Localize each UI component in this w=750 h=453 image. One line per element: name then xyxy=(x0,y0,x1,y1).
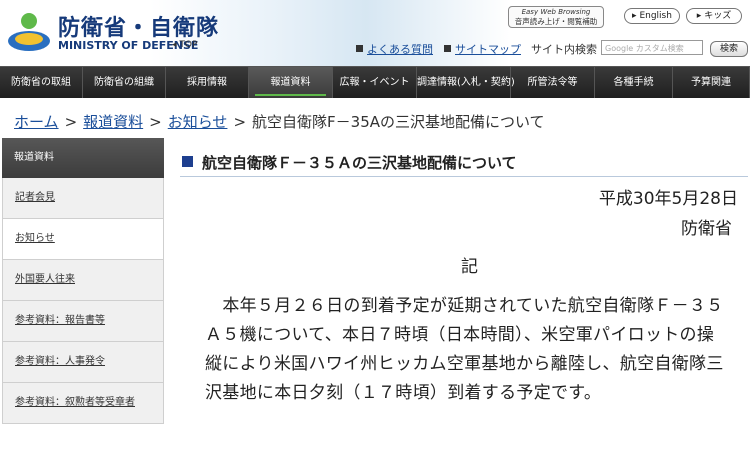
breadcrumb-current: 航空自衛隊F－35Aの三沢基地配備について xyxy=(252,113,545,131)
kids-button[interactable]: ▸ キッズ xyxy=(686,8,742,24)
sidebar-item[interactable]: 参考資料：人事発令 xyxy=(2,342,164,383)
breadcrumb-notice[interactable]: お知らせ xyxy=(168,113,228,131)
article-title-bar: 航空自衛隊Ｆ－３５Ａの三沢基地配備について xyxy=(180,150,748,177)
breadcrumb-separator: > xyxy=(64,113,78,131)
bullet-icon xyxy=(356,45,363,52)
top-link[interactable]: ◂ TOP xyxy=(172,40,197,50)
sidebar-item[interactable]: 参考資料：報告書等 xyxy=(2,301,164,342)
search-input[interactable]: Google カスタム検索 xyxy=(601,40,703,55)
breadcrumb-separator: > xyxy=(149,113,162,131)
sitemap-link[interactable]: サイトマップ xyxy=(444,41,521,57)
breadcrumb-home[interactable]: ホーム xyxy=(14,113,59,131)
search-label: サイト内検索 xyxy=(531,43,597,56)
sidebar-item-label: 外国要人往来 xyxy=(15,274,75,285)
sidebar-item[interactable]: 外国要人往来 xyxy=(2,260,164,301)
sidebar-item-label: 参考資料：叙勲者等受章者 xyxy=(15,397,135,408)
article-body-text: 本年５月２６日の到着予定が延期されていた航空自衛隊Ｆ－３５Ａ５機について、本日７… xyxy=(205,296,724,403)
nav-item-8[interactable]: 各種手続 xyxy=(595,67,673,98)
article-ki-mark: 記 xyxy=(461,257,478,277)
article-date: 平成30年5月28日 xyxy=(598,189,738,209)
breadcrumb: ホーム > 報道資料 > お知らせ > 航空自衛隊F－35Aの三沢基地配備について xyxy=(14,111,545,132)
easy-web-sublabel: 音声読み上げ・閲覧補助 xyxy=(514,17,598,26)
easy-web-label: Easy Web Browsing xyxy=(521,8,591,16)
title-square-icon xyxy=(182,156,193,167)
sidebar-item[interactable]: 記者会見 xyxy=(2,178,164,219)
logo-japanese-text[interactable]: 防衛省・自衛隊 xyxy=(58,10,219,42)
sidebar: 報道資料 記者会見お知らせ外国要人往来参考資料：報告書等 参考資料：人事発令参考資… xyxy=(2,138,164,424)
sidebar-heading[interactable]: 報道資料 xyxy=(2,138,164,178)
top-link-label: TOP xyxy=(179,40,198,50)
site-header: 防衛省・自衛隊 MINISTRY OF DEFENSE ◂ TOP Easy W… xyxy=(0,0,750,66)
nav-item-5[interactable]: 広報・イベント xyxy=(333,67,417,98)
article-body: 本年５月２６日の到着予定が延期されていた航空自衛隊Ｆ－３５Ａ５機について、本日７… xyxy=(205,292,730,408)
sidebar-item-label: 記者会見 xyxy=(15,192,55,203)
sidebar-item[interactable]: 参考資料：叙勲者等受章者 xyxy=(2,383,164,424)
easy-web-browsing-button[interactable]: Easy Web Browsing 音声読み上げ・閲覧補助 xyxy=(508,6,604,28)
english-button[interactable]: ▸ English xyxy=(624,8,680,24)
nav-item-4[interactable]: 報道資料 xyxy=(249,67,333,98)
global-nav: 防衛省の取組 防衛省の組織 採用情報 報道資料 広報・イベント 調達情報(入札・契約) 所管… xyxy=(0,66,750,98)
nav-item-9[interactable]: 予算関連 xyxy=(673,67,750,98)
ministry-logo-icon[interactable] xyxy=(6,8,52,54)
search-button[interactable]: 検索 xyxy=(710,41,748,57)
nav-item-7[interactable]: 所管法令等 xyxy=(511,67,595,98)
breadcrumb-separator: > xyxy=(233,113,247,131)
nav-item-1[interactable]: 防衛省の取組 xyxy=(0,67,83,98)
article-organization: 防衛省 xyxy=(681,219,732,239)
article-title: 航空自衛隊Ｆ－３５Ａの三沢基地配備について xyxy=(202,154,517,172)
bullet-icon xyxy=(444,45,451,52)
breadcrumb-press[interactable]: 報道資料 xyxy=(83,113,143,131)
nav-item-3[interactable]: 採用情報 xyxy=(166,67,249,98)
sidebar-item-label: お知らせ xyxy=(15,233,55,244)
sidebar-item-label: 参考資料：報告書等 xyxy=(15,315,105,326)
sitemap-label: サイトマップ xyxy=(455,43,521,56)
faq-label: よくある質問 xyxy=(367,43,433,56)
nav-item-2[interactable]: 防衛省の組織 xyxy=(83,67,166,98)
faq-link[interactable]: よくある質問 xyxy=(356,41,433,57)
kids-label: キッズ xyxy=(704,11,732,21)
nav-item-6[interactable]: 調達情報(入札・契約) xyxy=(417,67,515,98)
english-label: English xyxy=(639,11,672,21)
sidebar-item-label: 参考資料：人事発令 xyxy=(15,356,105,367)
sidebar-item[interactable]: お知らせ xyxy=(2,219,164,260)
